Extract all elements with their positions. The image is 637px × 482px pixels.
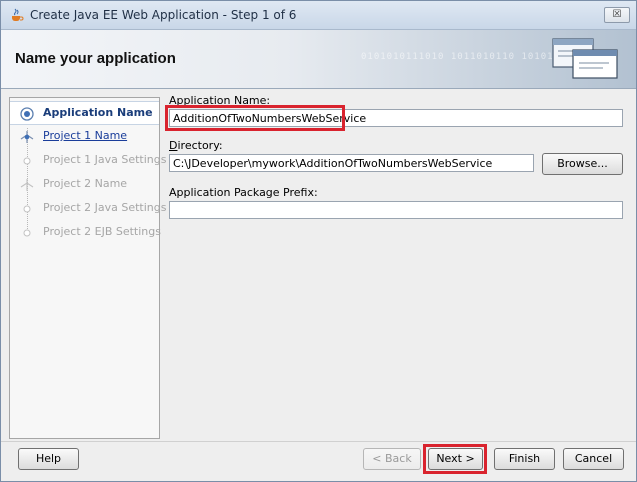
step-project-2-java-settings: Project 2 Java Settings (10, 197, 166, 219)
step-node-icon (20, 179, 34, 191)
current-step-icon (20, 107, 34, 121)
browse-button[interactable]: Browse... (542, 153, 623, 175)
step-node-icon (23, 205, 31, 213)
window-title: Create Java EE Web Application - Step 1 … (30, 8, 297, 22)
close-icon: ☒ (612, 9, 622, 20)
page-title: Name your application (15, 50, 176, 67)
highlight-box (165, 105, 345, 131)
step-node-icon (20, 131, 34, 143)
step-project-1-name[interactable]: Project 1 Name (10, 125, 159, 147)
package-prefix-label: Application Package Prefix: (169, 186, 318, 199)
cancel-button[interactable]: Cancel (563, 448, 624, 470)
title-bar[interactable]: Create Java EE Web Application - Step 1 … (1, 1, 636, 30)
directory-label: Directory: (169, 139, 223, 152)
help-button[interactable]: Help (18, 448, 79, 470)
wizard-banner: Name your application 0101010111010 1011… (1, 30, 636, 89)
application-windows-icon (552, 38, 618, 79)
directory-input[interactable]: C:\JDeveloper\mywork\AdditionOfTwoNumber… (169, 154, 534, 172)
wizard-steps-panel: Application Name Project 1 Name Project … (9, 97, 166, 439)
step-project-2-name: Project 2 Name (10, 173, 159, 195)
step-label: Application Name (43, 106, 153, 119)
step-application-name[interactable]: Application Name (10, 101, 159, 125)
java-cup-icon (12, 8, 24, 21)
step-label: Project 1 Java Settings (43, 153, 167, 166)
step-project-2-ejb-settings: Project 2 EJB Settings (10, 221, 161, 243)
step-label: Project 2 EJB Settings (43, 225, 161, 238)
step-project-1-java-settings: Project 1 Java Settings (10, 149, 166, 171)
step-node-icon (23, 157, 31, 165)
step-node-icon (23, 229, 31, 237)
package-prefix-input[interactable] (169, 201, 623, 219)
footer-divider (1, 441, 636, 442)
close-button[interactable]: ☒ (604, 7, 630, 23)
highlight-box (423, 444, 487, 474)
back-button[interactable]: < Back (363, 448, 421, 470)
step-label: Project 1 Name (43, 129, 128, 142)
finish-button[interactable]: Finish (494, 448, 555, 470)
step-label: Project 2 Name (43, 177, 128, 190)
step-label: Project 2 Java Settings (43, 201, 167, 214)
wizard-dialog: Create Java EE Web Application - Step 1 … (0, 0, 637, 482)
